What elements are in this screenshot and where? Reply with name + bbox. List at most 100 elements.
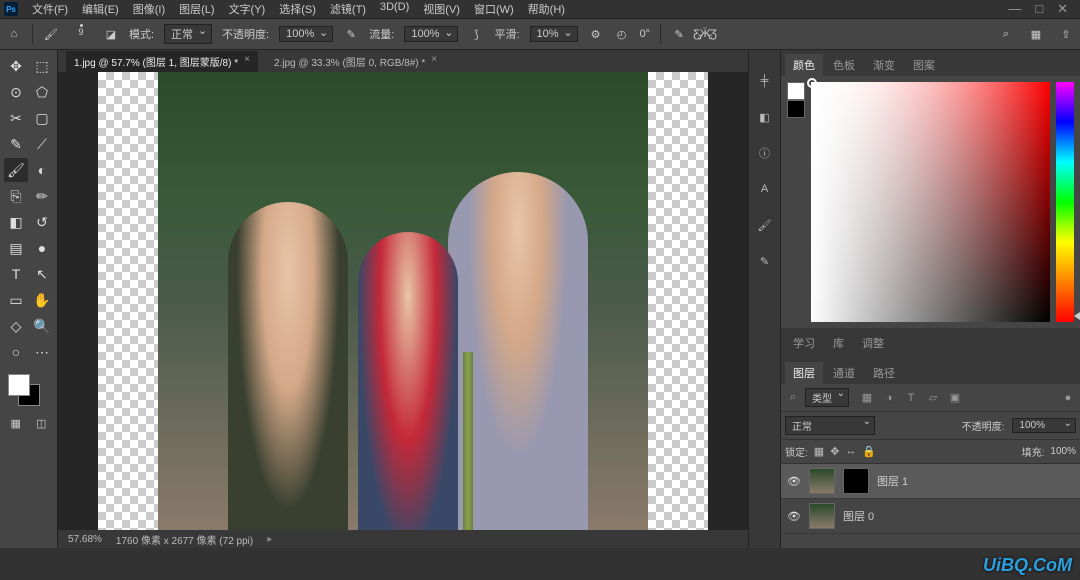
layer-thumbnail[interactable] <box>809 503 835 529</box>
menu-filter[interactable]: 滤镜(T) <box>324 0 372 19</box>
tool-clone[interactable]: ⎘ <box>4 184 28 208</box>
chevron-right-icon[interactable]: ▸ <box>267 534 272 545</box>
filter-shape-icon[interactable]: ▱ <box>925 391 941 405</box>
tool-more[interactable]: ⋯ <box>30 340 54 364</box>
tab-color[interactable]: 颜色 <box>785 54 823 76</box>
minimize-button[interactable]: — <box>1008 1 1021 17</box>
tool-marquee[interactable]: ⬚ <box>30 54 54 78</box>
menu-edit[interactable]: 编辑(E) <box>76 0 125 19</box>
flow-input[interactable]: 100% <box>404 26 458 42</box>
tool-blur[interactable]: ● <box>30 236 54 260</box>
fg-mini-swatch[interactable] <box>787 82 805 100</box>
layer-thumbnail[interactable] <box>809 468 835 494</box>
brush-panel-icon[interactable]: 🖌 <box>754 214 776 236</box>
layer-fill-input[interactable]: 100% <box>1050 446 1076 457</box>
home-icon[interactable]: ⌂ <box>6 26 22 42</box>
lock-artboard-icon[interactable]: ↔ <box>845 445 856 458</box>
tool-crop[interactable]: ✂ <box>4 106 28 130</box>
quickmask-icon[interactable]: ▦ <box>4 414 28 432</box>
char-icon[interactable]: A <box>754 178 776 200</box>
tab-learn[interactable]: 学习 <box>785 332 823 354</box>
color-swatches[interactable] <box>4 374 53 406</box>
hue-slider[interactable] <box>1056 82 1074 322</box>
tab-gradients[interactable]: 渐变 <box>865 54 903 76</box>
close-button[interactable]: ✕ <box>1057 1 1068 17</box>
layer-row[interactable]: 👁 图层 1 <box>781 464 1080 499</box>
adjust-icon[interactable]: ◧ <box>754 106 776 128</box>
layer-row[interactable]: 👁 图层 0 <box>781 499 1080 534</box>
tool-gradient[interactable]: ▤ <box>4 236 28 260</box>
tool-polygon-lasso[interactable]: ⬠ <box>30 80 54 104</box>
menu-window[interactable]: 窗口(W) <box>468 0 520 19</box>
tool-brush[interactable]: 🖌 <box>4 158 28 182</box>
filter-type-icon[interactable]: T <box>903 391 919 405</box>
canvas[interactable] <box>58 72 748 530</box>
screenmode-icon[interactable]: ◫ <box>30 414 54 432</box>
filter-adj-icon[interactable]: ◑ <box>881 391 897 405</box>
tab-patterns[interactable]: 图案 <box>905 54 943 76</box>
properties-icon[interactable]: ⓘ <box>754 142 776 164</box>
tool-lasso[interactable]: ⊙ <box>4 80 28 104</box>
tool-type[interactable]: T <box>4 262 28 286</box>
search-icon[interactable]: ⌕ <box>998 26 1014 42</box>
lock-all-icon[interactable]: 🔒 <box>862 445 876 458</box>
tab-adjustments[interactable]: 调整 <box>854 332 892 354</box>
color-cursor[interactable] <box>807 78 817 88</box>
bg-mini-swatch[interactable] <box>787 100 805 118</box>
tool-history-brush[interactable]: ↺ <box>30 210 54 234</box>
tool-custom-shape[interactable]: ◇ <box>4 314 28 338</box>
filter-toggle[interactable]: ● <box>1060 391 1076 405</box>
opacity-pressure-icon[interactable]: ✎ <box>343 26 359 42</box>
tool-ellipse[interactable]: ○ <box>4 340 28 364</box>
tool-rectangle[interactable]: ▭ <box>4 288 28 312</box>
gear-icon[interactable]: ⚙ <box>588 26 604 42</box>
visibility-icon[interactable]: 👁 <box>787 510 801 523</box>
close-icon[interactable]: × <box>431 54 437 69</box>
tab-channels[interactable]: 通道 <box>825 362 863 384</box>
lock-pixels-icon[interactable]: ▦ <box>814 445 824 458</box>
tool-hand[interactable]: ✋ <box>30 288 54 312</box>
pressure-size-icon[interactable]: ✎ <box>671 26 687 42</box>
menu-3d[interactable]: 3D(D) <box>374 0 415 19</box>
symmetry-icon[interactable]: Ƹ̵̡Ӝ̵̨̄Ʒ <box>697 26 713 42</box>
layer-mask-thumbnail[interactable] <box>843 468 869 494</box>
doc-tab-2[interactable]: 2.jpg @ 33.3% (图层 0, RGB/8#) * × <box>266 51 445 72</box>
tab-layers[interactable]: 图层 <box>785 362 823 384</box>
filter-image-icon[interactable]: ▦ <box>859 391 875 405</box>
tool-ruler[interactable]: ⟋ <box>30 132 54 156</box>
tool-eraser[interactable]: ◧ <box>4 210 28 234</box>
tab-libraries[interactable]: 库 <box>825 332 852 354</box>
menu-select[interactable]: 选择(S) <box>273 0 322 19</box>
search-icon[interactable]: ⌕ <box>785 391 801 405</box>
layer-name[interactable]: 图层 0 <box>843 508 874 524</box>
tab-swatches[interactable]: 色板 <box>825 54 863 76</box>
tool-frame[interactable]: ▢ <box>30 106 54 130</box>
filter-kind-select[interactable]: 类型 <box>805 388 849 407</box>
tool-zoom[interactable]: 🔍 <box>30 314 54 338</box>
maximize-button[interactable]: □ <box>1035 1 1043 17</box>
tool-path-select[interactable]: ↖ <box>30 262 54 286</box>
blend-mode-select[interactable]: 正常 <box>164 24 212 44</box>
opacity-input[interactable]: 100% <box>279 26 333 42</box>
brush-preset-picker[interactable]: 9 <box>69 24 93 44</box>
foreground-swatch[interactable] <box>8 374 30 396</box>
swap-icon[interactable]: ◪ <box>103 26 119 42</box>
angle-icon[interactable]: ◴ <box>614 26 630 42</box>
tool-pencil[interactable]: ✏ <box>30 184 54 208</box>
color-field[interactable] <box>811 82 1050 322</box>
tool-move[interactable]: ✥ <box>4 54 28 78</box>
layer-name[interactable]: 图层 1 <box>877 473 908 489</box>
menu-view[interactable]: 视图(V) <box>417 0 466 19</box>
menu-type[interactable]: 文字(Y) <box>223 0 272 19</box>
doc-info[interactable]: 1760 像素 x 2677 像素 (72 ppi) <box>116 532 253 547</box>
menu-layer[interactable]: 图层(L) <box>173 0 220 19</box>
menu-file[interactable]: 文件(F) <box>26 0 74 19</box>
smooth-input[interactable]: 10% <box>530 26 578 42</box>
airbrush-icon[interactable]: ⟆ <box>468 26 484 42</box>
layer-blend-select[interactable]: 正常 <box>785 416 875 435</box>
tool-spot-heal[interactable]: ◐ <box>30 158 54 182</box>
menu-image[interactable]: 图像(I) <box>127 0 171 19</box>
workspace-icon[interactable]: ▦ <box>1028 26 1044 42</box>
visibility-icon[interactable]: 👁 <box>787 475 801 488</box>
tool-eyedropper[interactable]: ✎ <box>4 132 28 156</box>
